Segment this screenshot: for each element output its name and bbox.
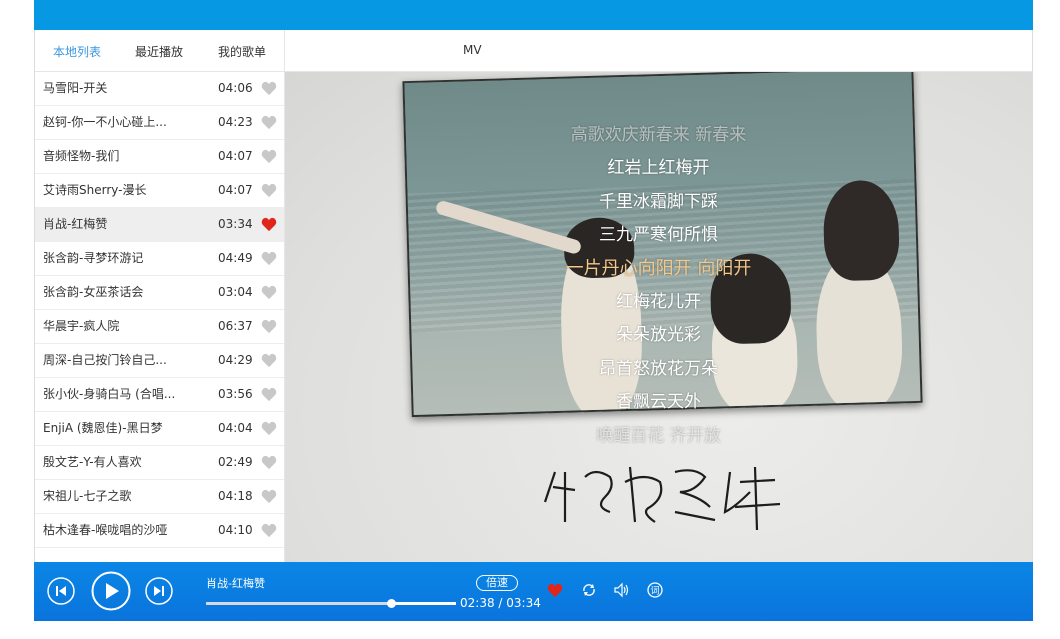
song-title: 殷文艺-Y-有人喜欢 bbox=[43, 455, 142, 469]
song-title: 华晨宇-疯人院 bbox=[43, 319, 120, 333]
heart-icon[interactable] bbox=[261, 523, 277, 539]
song-title: 赵钶-你一不小心碰上... bbox=[43, 115, 167, 129]
song-title: 宋祖儿-七子之歌 bbox=[43, 489, 132, 503]
prev-icon bbox=[47, 577, 75, 605]
song-duration: 04:10 bbox=[218, 523, 253, 537]
song-title: 张小伙-身骑白马 (合唱... bbox=[43, 387, 176, 401]
song-row[interactable]: EnjiA (魏恩佳)-黑日梦 04:04 bbox=[35, 412, 284, 446]
song-title: 马雪阳-开关 bbox=[43, 81, 108, 95]
song-title: 张含韵-寻梦环游记 bbox=[43, 251, 144, 265]
tab-mv[interactable]: MV bbox=[463, 43, 482, 57]
lyrics-button[interactable]: 词 bbox=[647, 582, 663, 602]
song-title: 音频怪物-我们 bbox=[43, 149, 120, 163]
lyrics-icon: 词 bbox=[647, 582, 663, 598]
progress-bar[interactable] bbox=[206, 599, 456, 608]
heart-icon[interactable] bbox=[261, 319, 277, 335]
volume-button[interactable] bbox=[613, 582, 631, 602]
heart-icon[interactable] bbox=[261, 217, 277, 233]
main-tabs: MV 歌词 bbox=[285, 30, 1032, 91]
loop-button[interactable] bbox=[581, 582, 597, 602]
heart-icon[interactable] bbox=[261, 251, 277, 267]
progress-fill bbox=[206, 602, 391, 605]
song-row[interactable]: 肖战-红梅赞 03:34 bbox=[35, 208, 284, 242]
song-row[interactable]: 枯木逢春-喉咙唱的沙哑 04:10 bbox=[35, 514, 284, 548]
song-duration: 03:34 bbox=[218, 217, 253, 231]
song-title: 枯木逢春-喉咙唱的沙哑 bbox=[43, 523, 168, 537]
player-bar: 肖战-红梅赞 倍速 02:38 / 03:34 词 bbox=[34, 562, 1033, 621]
song-duration: 04:18 bbox=[218, 489, 253, 503]
song-duration: 03:56 bbox=[218, 387, 253, 401]
tab-recent-play[interactable]: 最近播放 bbox=[135, 43, 183, 60]
loop-icon bbox=[583, 584, 595, 596]
album-photo bbox=[402, 72, 923, 418]
song-row[interactable]: 张含韵-女巫茶话会 03:04 bbox=[35, 276, 284, 310]
song-row[interactable]: 宋祖儿-七子之歌 04:18 bbox=[35, 480, 284, 514]
song-duration: 04:04 bbox=[218, 421, 253, 435]
heart-icon[interactable] bbox=[261, 149, 277, 165]
time-display: 02:38 / 03:34 bbox=[460, 596, 541, 610]
heart-icon bbox=[547, 583, 563, 598]
song-duration: 04:07 bbox=[218, 183, 253, 197]
next-button[interactable] bbox=[145, 577, 173, 609]
prev-button[interactable] bbox=[47, 577, 75, 609]
like-button[interactable] bbox=[547, 583, 563, 602]
song-duration: 04:23 bbox=[218, 115, 253, 129]
song-title: 艾诗雨Sherry-漫长 bbox=[43, 183, 147, 197]
tab-local-list[interactable]: 本地列表 bbox=[53, 43, 101, 60]
svg-text:词: 词 bbox=[650, 586, 659, 597]
song-row[interactable]: 殷文艺-Y-有人喜欢 02:49 bbox=[35, 446, 284, 480]
lyrics-stage: 高歌欢庆新春来 新春来 红岩上红梅开 千里冰霜脚下踩 三九严寒何所惧 一片丹心向阳开 向… bbox=[285, 72, 1032, 562]
progress-knob[interactable] bbox=[387, 599, 396, 608]
song-duration: 03:04 bbox=[218, 285, 253, 299]
song-duration: 04:49 bbox=[218, 251, 253, 265]
heart-icon[interactable] bbox=[261, 353, 277, 369]
song-row[interactable]: 赵钶-你一不小心碰上... 04:23 bbox=[35, 106, 284, 140]
song-duration: 06:37 bbox=[218, 319, 253, 333]
heart-icon[interactable] bbox=[261, 421, 277, 437]
heart-icon[interactable] bbox=[261, 115, 277, 131]
song-title: EnjiA (魏恩佳)-黑日梦 bbox=[43, 421, 163, 435]
title-bar bbox=[34, 0, 1033, 30]
song-title: 肖战-红梅赞 bbox=[43, 217, 108, 231]
volume-icon bbox=[614, 582, 629, 598]
song-title: 张含韵-女巫茶话会 bbox=[43, 285, 144, 299]
song-duration: 04:06 bbox=[218, 81, 253, 95]
song-row[interactable]: 音频怪物-我们 04:07 bbox=[35, 140, 284, 174]
now-playing-title: 肖战-红梅赞 bbox=[206, 577, 265, 590]
song-duration: 04:29 bbox=[218, 353, 253, 367]
app-window: 本地列表 最近播放 我的歌单 马雪阳-开关 04:06 赵钶-你一不小心碰上... 0… bbox=[34, 30, 1033, 562]
next-icon bbox=[145, 577, 173, 605]
song-duration: 04:07 bbox=[218, 149, 253, 163]
song-row[interactable]: 张小伙-身骑白马 (合唱... 03:56 bbox=[35, 378, 284, 412]
heart-icon[interactable] bbox=[261, 81, 277, 97]
play-button[interactable] bbox=[91, 571, 131, 615]
song-title: 周深-自己按门铃自己... bbox=[43, 353, 167, 367]
heart-icon[interactable] bbox=[261, 285, 277, 301]
song-row[interactable]: 周深-自己按门铃自己... 04:29 bbox=[35, 344, 284, 378]
sidebar-tabs: 本地列表 最近播放 我的歌单 bbox=[35, 30, 284, 72]
play-icon bbox=[91, 571, 131, 611]
song-row[interactable]: 艾诗雨Sherry-漫长 04:07 bbox=[35, 174, 284, 208]
song-row[interactable]: 张含韵-寻梦环游记 04:49 bbox=[35, 242, 284, 276]
handwriting-art bbox=[543, 466, 781, 531]
heart-icon[interactable] bbox=[261, 489, 277, 505]
heart-icon[interactable] bbox=[261, 455, 277, 471]
song-row[interactable]: 马雪阳-开关 04:06 bbox=[35, 72, 284, 106]
speed-button[interactable]: 倍速 bbox=[476, 575, 518, 591]
tab-my-playlists[interactable]: 我的歌单 bbox=[218, 43, 266, 60]
song-duration: 02:49 bbox=[218, 455, 253, 469]
song-row[interactable]: 华晨宇-疯人院 06:37 bbox=[35, 310, 284, 344]
song-list: 马雪阳-开关 04:06 赵钶-你一不小心碰上... 04:23 音频怪物-我们 04:0… bbox=[35, 72, 284, 548]
heart-icon[interactable] bbox=[261, 183, 277, 199]
sidebar: 本地列表 最近播放 我的歌单 马雪阳-开关 04:06 赵钶-你一不小心碰上... 0… bbox=[35, 30, 285, 562]
heart-icon[interactable] bbox=[261, 387, 277, 403]
